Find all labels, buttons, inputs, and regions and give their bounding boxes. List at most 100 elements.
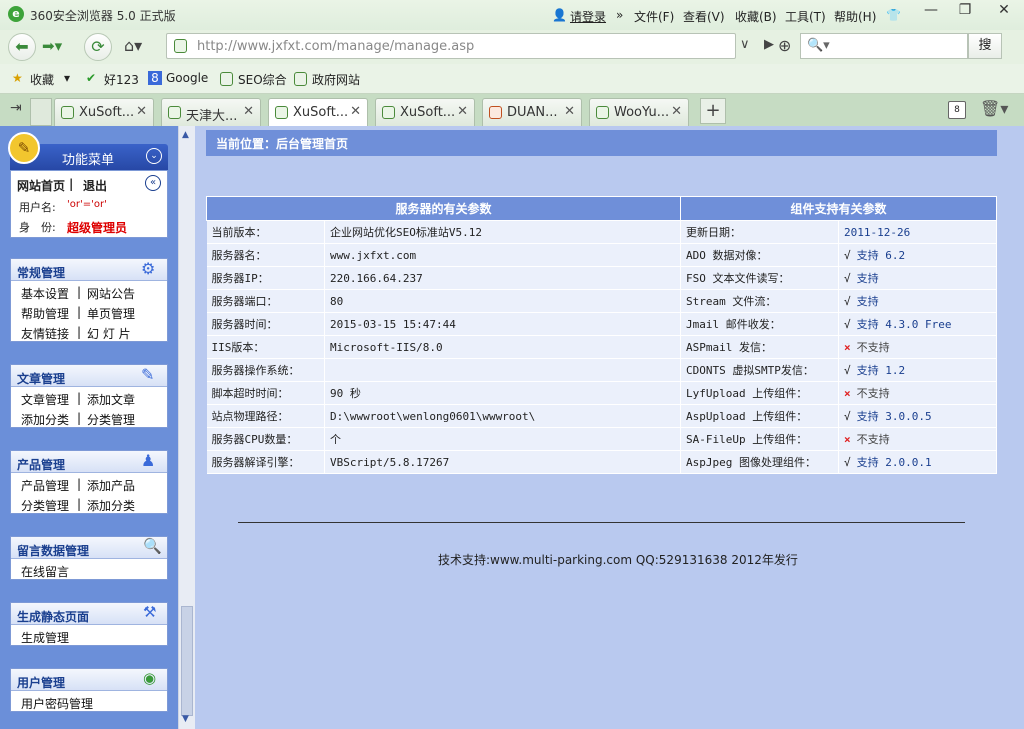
divider: | bbox=[77, 391, 82, 405]
menu-tools[interactable]: 工具(T) bbox=[785, 8, 826, 25]
close-tab-icon[interactable]: ✕ bbox=[136, 104, 147, 119]
footer-text: 技术支持:www.multi-parking.com QQ:529131638 … bbox=[438, 553, 798, 567]
component-label: LyfUpload 上传组件： bbox=[680, 381, 839, 405]
link-help[interactable]: 帮助管理 bbox=[21, 305, 69, 322]
tab-5[interactable]: DUAN... ✕ bbox=[482, 98, 582, 126]
link-add-category[interactable]: 添加分类 bbox=[21, 411, 69, 428]
section-messages: 留言数据管理 🔍 在线留言 bbox=[10, 536, 168, 580]
component-status: 2011-12-26 bbox=[838, 220, 997, 244]
tab-label: XuSoft... bbox=[79, 105, 135, 120]
menu-view[interactable]: 查看(V) bbox=[683, 8, 725, 25]
link-single-page[interactable]: 单页管理 bbox=[87, 305, 135, 322]
username-value: 'or'='or' bbox=[67, 199, 107, 210]
menu-help[interactable]: 帮助(H) bbox=[834, 8, 876, 25]
divider-line bbox=[238, 522, 965, 523]
component-status-text: 支持 6.2 bbox=[856, 249, 906, 262]
check-icon: √ bbox=[844, 318, 851, 331]
link-add-product[interactable]: 添加产品 bbox=[87, 477, 135, 494]
server-param-value: www.jxfxt.com bbox=[324, 243, 681, 267]
go-button[interactable]: ▶ bbox=[764, 37, 774, 52]
link-product-manage[interactable]: 产品管理 bbox=[21, 477, 69, 494]
forward-button[interactable]: ➡▾ bbox=[42, 37, 62, 55]
link-friend-links[interactable]: 友情链接 bbox=[21, 325, 69, 342]
scroll-thumb[interactable] bbox=[181, 606, 193, 716]
server-param-value: 企业网站优化SEO标准站V5.12 bbox=[324, 220, 681, 244]
link-category-manage[interactable]: 分类管理 bbox=[87, 411, 135, 428]
hao123-icon: ✔ bbox=[86, 71, 97, 85]
divider: | bbox=[77, 497, 82, 511]
minimize-button[interactable]: — bbox=[914, 0, 948, 22]
link-online-messages[interactable]: 在线留言 bbox=[21, 563, 69, 580]
close-tab-icon[interactable]: ✕ bbox=[671, 104, 682, 119]
fav-hao123[interactable]: 好123 bbox=[104, 71, 139, 88]
close-tab-icon[interactable]: ✕ bbox=[243, 104, 254, 119]
link-product-category[interactable]: 分类管理 bbox=[21, 497, 69, 514]
link-add-product-category[interactable]: 添加分类 bbox=[87, 497, 135, 514]
back-button[interactable]: ⬅ bbox=[8, 33, 36, 61]
address-bar[interactable]: http://www.jxfxt.com/manage/manage.asp bbox=[166, 33, 736, 59]
close-tab-icon[interactable]: ✕ bbox=[564, 104, 575, 119]
menu-favorites[interactable]: 收藏(B) bbox=[735, 8, 777, 25]
component-status-text: 支持 2.0.0.1 bbox=[856, 456, 932, 469]
trash-icon[interactable]: 🗑▾ bbox=[980, 99, 1008, 118]
logout-link[interactable]: 退出 bbox=[83, 177, 107, 194]
scroll-down-icon[interactable]: ▼ bbox=[182, 714, 189, 724]
link-generate-manage[interactable]: 生成管理 bbox=[21, 629, 69, 646]
page-icon bbox=[489, 106, 502, 119]
collapse-icon[interactable]: ⌄ bbox=[146, 148, 162, 164]
tab-4[interactable]: XuSoft... ✕ bbox=[375, 98, 475, 126]
close-window-button[interactable]: ✕ bbox=[984, 0, 1024, 22]
link-slideshow[interactable]: 幻 灯 片 bbox=[87, 325, 131, 342]
chevron-down-icon[interactable]: ▾ bbox=[64, 71, 70, 85]
menu-file[interactable]: 文件(F) bbox=[634, 8, 674, 25]
user-panel: 网站首页 | 退出 « 用户名: 'or'='or' 身 份: 超级管理员 bbox=[10, 170, 168, 238]
favorites-menu[interactable]: 收藏 bbox=[30, 71, 54, 88]
scroll-up-icon[interactable]: ▲ bbox=[182, 130, 189, 140]
address-url: http://www.jxfxt.com/manage/manage.asp bbox=[197, 39, 475, 54]
search-button[interactable]: 搜 bbox=[968, 33, 1002, 59]
link-add-article[interactable]: 添加文章 bbox=[87, 391, 135, 408]
tab-6[interactable]: WooYu... ✕ bbox=[589, 98, 689, 126]
restore-button[interactable]: ❐ bbox=[948, 0, 982, 22]
search-input[interactable]: 🔍▾ bbox=[800, 33, 968, 59]
new-tab-button[interactable]: + bbox=[700, 98, 726, 124]
close-tab-icon[interactable]: ✕ bbox=[350, 104, 361, 119]
gov-icon bbox=[294, 72, 307, 86]
page-icon bbox=[382, 106, 395, 119]
home-button[interactable]: ⌂▾ bbox=[124, 36, 142, 55]
sidebar-toggle-icon[interactable]: ⇥ bbox=[10, 100, 22, 116]
server-param-label: 服务器端口： bbox=[206, 289, 325, 313]
breadcrumb: 当前位置：后台管理首页 bbox=[206, 130, 997, 156]
address-dropdown-icon[interactable]: ∨ bbox=[740, 37, 750, 52]
close-tab-icon[interactable]: ✕ bbox=[457, 104, 468, 119]
fav-gov[interactable]: 政府网站 bbox=[312, 71, 360, 88]
home-link[interactable]: 网站首页 bbox=[17, 177, 65, 194]
check-icon: √ bbox=[844, 364, 851, 377]
refresh-button[interactable]: ⟳ bbox=[84, 33, 112, 61]
fav-google[interactable]: Google bbox=[166, 71, 208, 85]
role-value: 超级管理员 bbox=[67, 221, 128, 235]
link-announcement[interactable]: 网站公告 bbox=[87, 285, 135, 302]
tab-blank[interactable] bbox=[30, 98, 52, 126]
edit-icon: ✎ bbox=[141, 365, 155, 384]
page-icon bbox=[174, 39, 187, 53]
link-password-manage[interactable]: 用户密码管理 bbox=[21, 695, 93, 712]
user-icon[interactable]: 👤 bbox=[552, 8, 567, 22]
tab-3-active[interactable]: XuSoft... ✕ bbox=[268, 98, 368, 127]
collapse-left-icon[interactable]: « bbox=[145, 175, 161, 191]
sidebar-scrollbar[interactable]: ▲ ▼ bbox=[178, 126, 195, 729]
tab-2[interactable]: 天津大... ✕ bbox=[161, 98, 261, 126]
login-link[interactable]: 请登录 bbox=[570, 8, 606, 25]
section-articles: 文章管理 ✎ 文章管理 | 添加文章 添加分类 | 分类管理 bbox=[10, 364, 168, 428]
fav-seo[interactable]: SEO综合 bbox=[238, 71, 287, 88]
tab-1[interactable]: XuSoft... ✕ bbox=[54, 98, 154, 126]
link-article-manage[interactable]: 文章管理 bbox=[21, 391, 69, 408]
component-label: Jmail 邮件收发： bbox=[680, 312, 839, 336]
add-favorite-icon[interactable]: ⊕ bbox=[778, 36, 791, 55]
server-param-label: 服务器时间： bbox=[206, 312, 325, 336]
skin-icon[interactable]: 👕 bbox=[886, 8, 901, 22]
component-label: AspJpeg 图像处理组件： bbox=[680, 450, 839, 474]
link-basic-settings[interactable]: 基本设置 bbox=[21, 285, 69, 302]
server-param-label: 脚本超时时间： bbox=[206, 381, 325, 405]
tab-count-icon[interactable]: 8 bbox=[948, 101, 966, 119]
